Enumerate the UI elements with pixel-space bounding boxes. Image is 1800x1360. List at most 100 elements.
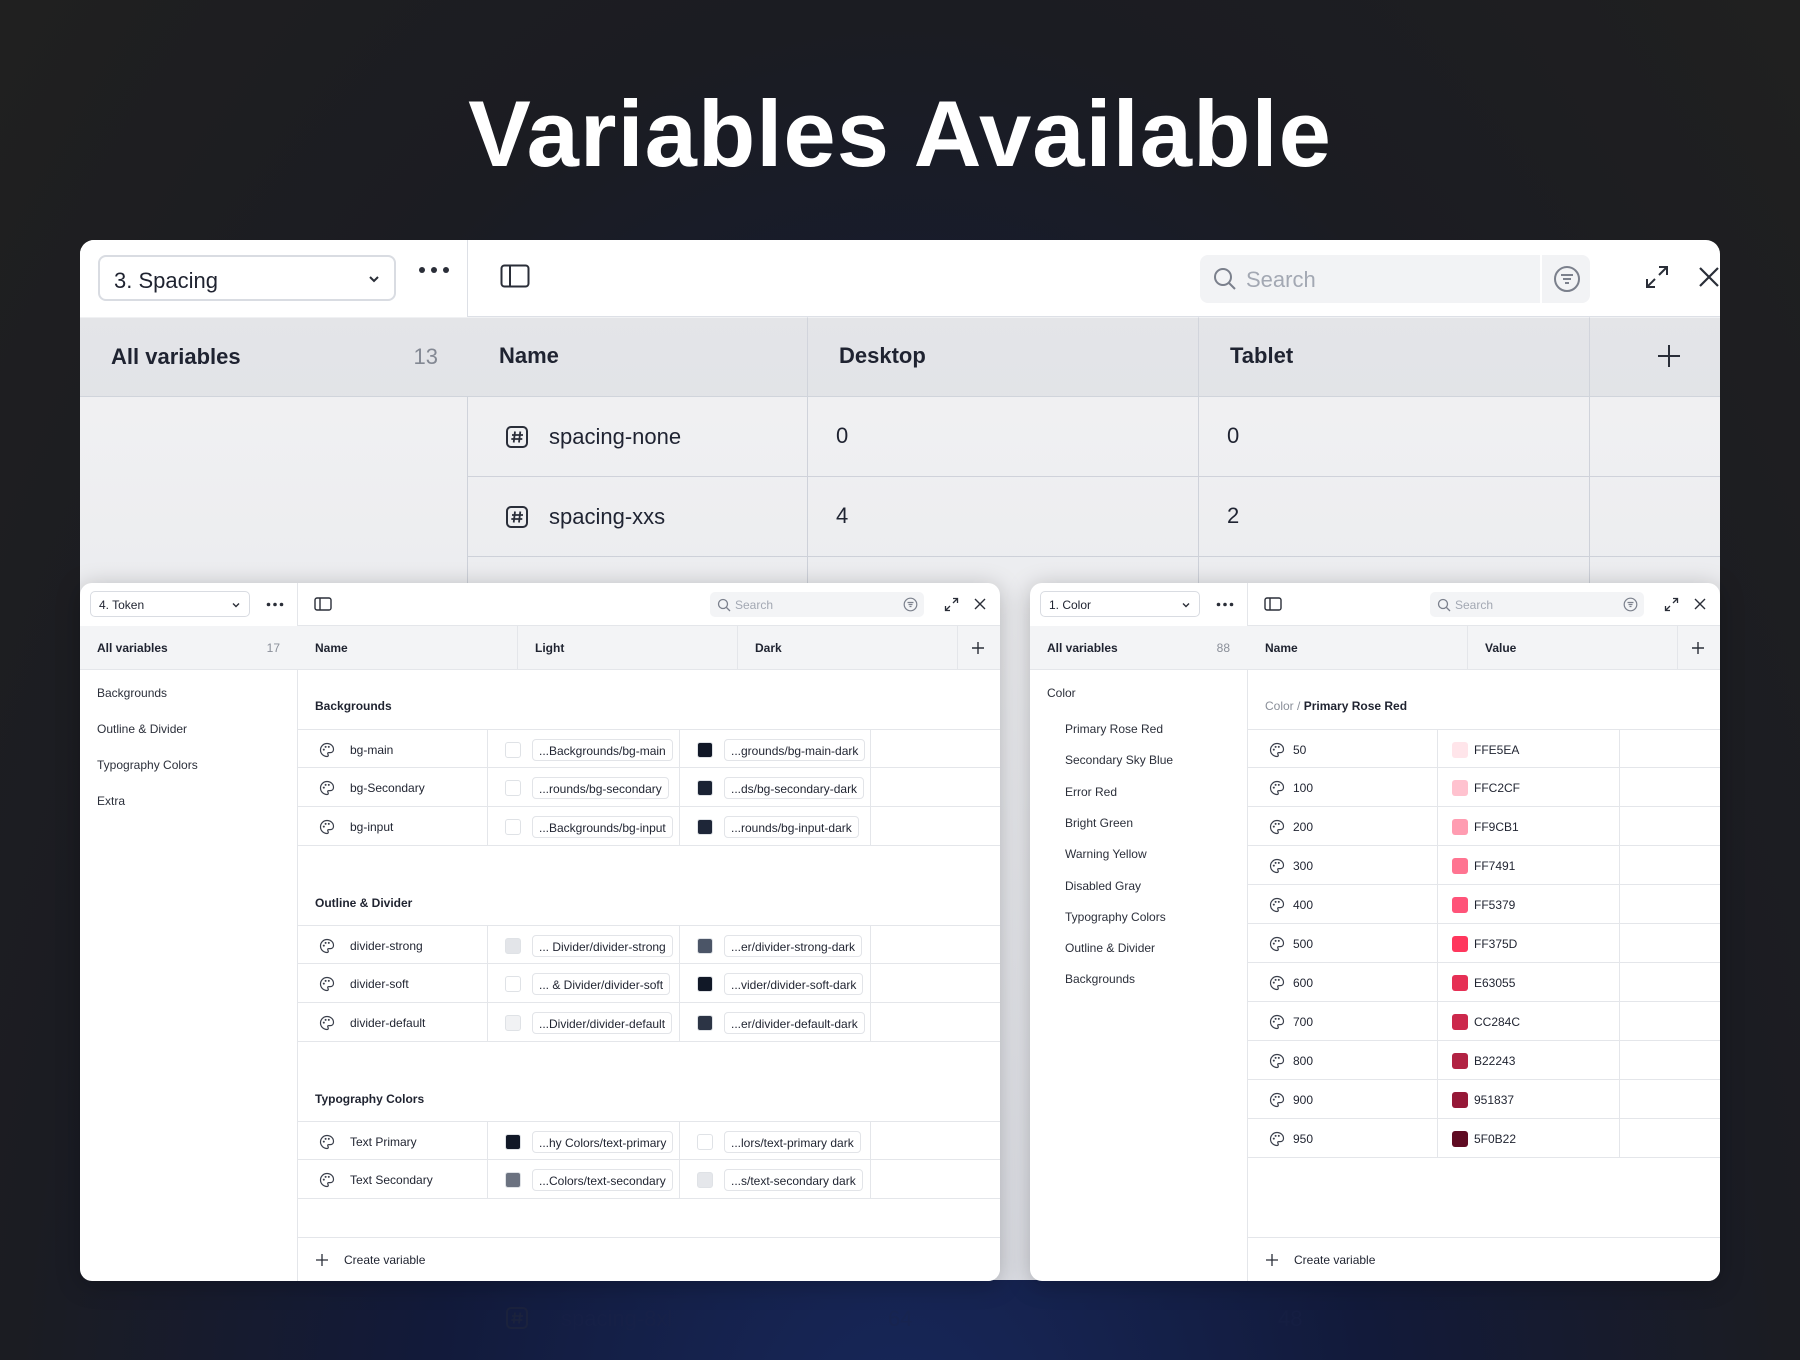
light-alias-value[interactable]: ... Divider/divider-strong	[532, 935, 673, 957]
nav-item-color-group[interactable]: Primary Rose Red	[1065, 722, 1163, 736]
dark-alias-value[interactable]: ...er/divider-strong-dark	[724, 935, 863, 957]
toggle-sidebar-icon[interactable]	[1264, 597, 1282, 611]
nav-item-color-group[interactable]: Warning Yellow	[1065, 847, 1147, 861]
dark-alias-value[interactable]: ...ds/bg-secondary-dark	[724, 777, 865, 799]
nav-item-backgrounds[interactable]: Backgrounds	[97, 686, 167, 700]
tablet-value[interactable]: 0	[1199, 397, 1590, 477]
table-row[interactable]: 100 FFC2CF	[1248, 768, 1720, 807]
column-header-desktop[interactable]: Desktop	[808, 317, 1199, 397]
nav-item-extra[interactable]: Extra	[97, 794, 125, 808]
table-row[interactable]: 50 FFE5EA	[1248, 729, 1720, 769]
more-options-icon[interactable]	[1216, 602, 1234, 607]
add-mode-icon[interactable]	[1654, 341, 1684, 371]
expand-icon[interactable]	[944, 597, 959, 612]
column-header-name[interactable]: Name	[1248, 626, 1468, 670]
all-variables-item[interactable]: All variables 88	[1030, 626, 1248, 670]
create-variable-button[interactable]: Create variable	[1248, 1237, 1720, 1281]
hex-value[interactable]: B22243	[1474, 1054, 1515, 1068]
column-header-dark[interactable]: Dark	[738, 626, 958, 670]
nav-item-typography-colors[interactable]: Typography Colors	[97, 758, 198, 772]
light-alias-value[interactable]: ... & Divider/divider-soft	[532, 973, 671, 995]
dark-alias-value[interactable]: ...rounds/bg-input-dark	[724, 816, 859, 838]
table-row[interactable]: divider-default ...Divider/divider-defaul…	[298, 1003, 1000, 1042]
table-row[interactable]: divider-strong ... Divider/divider-strong…	[298, 925, 1000, 965]
dark-alias-value[interactable]: ...grounds/bg-main-dark	[724, 739, 866, 761]
table-row[interactable]: 200 FF9CB1	[1248, 807, 1720, 846]
toggle-sidebar-icon[interactable]	[314, 597, 332, 611]
dark-alias-value[interactable]: ...er/divider-default-dark	[724, 1012, 865, 1034]
dark-alias-value[interactable]: ...s/text-secondary dark	[724, 1169, 863, 1191]
table-row[interactable]: spacing-none 0 0	[468, 397, 1720, 477]
close-icon[interactable]	[1696, 264, 1720, 290]
column-header-name[interactable]: Name	[298, 626, 518, 670]
table-row[interactable]: bg-Secondary ...rounds/bg-secondary ...ds/…	[298, 768, 1000, 807]
table-row[interactable]: 700 CC284C	[1248, 1002, 1720, 1041]
filter-icon[interactable]	[1540, 255, 1590, 303]
hex-value[interactable]: 951837	[1474, 1093, 1514, 1107]
table-row[interactable]: bg-main ...Backgrounds/bg-main ...grounds/…	[298, 729, 1000, 769]
nav-item-color-group[interactable]: Secondary Sky Blue	[1065, 753, 1173, 767]
table-row[interactable]: Text Secondary ...Colors/text-secondary..…	[298, 1160, 1000, 1199]
light-alias-value[interactable]: ...Divider/divider-default	[532, 1012, 673, 1034]
expand-icon[interactable]	[1664, 597, 1679, 612]
hex-value[interactable]: CC284C	[1474, 1015, 1520, 1029]
column-header-value[interactable]: Value	[1468, 626, 1678, 670]
column-header-name[interactable]: Name	[468, 317, 808, 397]
hex-value[interactable]: FFC2CF	[1474, 781, 1520, 795]
tablet-value[interactable]: 2	[1199, 477, 1590, 557]
nav-item-color-group[interactable]: Typography Colors	[1065, 910, 1166, 924]
collection-dropdown[interactable]: 3. Spacing	[98, 255, 396, 301]
toggle-sidebar-icon[interactable]	[500, 264, 530, 288]
table-row[interactable]: bg-input ...Backgrounds/bg-input ...rounds…	[298, 807, 1000, 846]
light-alias-value[interactable]: ...Backgrounds/bg-main	[532, 739, 673, 761]
search-field[interactable]: Search	[710, 592, 924, 617]
desktop-value[interactable]: 0	[808, 397, 1199, 477]
nav-item-color-group[interactable]: Error Red	[1065, 785, 1117, 799]
more-options-icon[interactable]	[418, 266, 450, 274]
hex-value[interactable]: FF375D	[1474, 937, 1517, 951]
light-alias-value[interactable]: ...hy Colors/text-primary	[532, 1131, 674, 1153]
search-field[interactable]: Search	[1430, 592, 1644, 617]
collection-dropdown[interactable]: 1. Color	[1040, 591, 1200, 617]
close-icon[interactable]	[973, 597, 987, 611]
breadcrumb-parent[interactable]: Color /	[1265, 699, 1300, 713]
search-field[interactable]: Search	[1200, 255, 1590, 303]
dark-alias-value[interactable]: ...lors/text-primary dark	[724, 1131, 861, 1153]
nav-item-color-group[interactable]: Outline & Divider	[1065, 941, 1155, 955]
column-header-tablet[interactable]: Tablet	[1199, 317, 1590, 397]
table-row[interactable]: 800 B22243	[1248, 1041, 1720, 1080]
light-alias-value[interactable]: ...rounds/bg-secondary	[532, 777, 669, 799]
filter-icon[interactable]	[903, 597, 918, 612]
light-alias-value[interactable]: ...Colors/text-secondary	[532, 1169, 673, 1191]
desktop-value[interactable]: 4	[808, 477, 1199, 557]
add-mode-icon[interactable]	[1690, 640, 1706, 656]
light-alias-value[interactable]: ...Backgrounds/bg-input	[532, 816, 673, 838]
add-mode-icon[interactable]	[970, 640, 986, 656]
table-row[interactable]: 600 E63055	[1248, 963, 1720, 1002]
dark-alias-value[interactable]: ...vider/divider-soft-dark	[724, 973, 864, 995]
table-row[interactable]: 300 FF7491	[1248, 846, 1720, 885]
table-row[interactable]: Text Primary ...hy Colors/text-primary...…	[298, 1121, 1000, 1161]
table-row[interactable]: divider-soft ... & Divider/divider-soft..…	[298, 964, 1000, 1003]
nav-item-outline-divider[interactable]: Outline & Divider	[97, 722, 187, 736]
column-header-light[interactable]: Light	[518, 626, 738, 670]
table-row[interactable]: 900 951837	[1248, 1080, 1720, 1119]
hex-value[interactable]: FF9CB1	[1474, 820, 1519, 834]
nav-item-color-group[interactable]: Bright Green	[1065, 816, 1133, 830]
nav-item-color-group[interactable]: Backgrounds	[1065, 972, 1135, 986]
close-icon[interactable]	[1693, 597, 1707, 611]
hex-value[interactable]: 5F0B22	[1474, 1132, 1516, 1146]
create-variable-button[interactable]: Create variable	[298, 1237, 1000, 1281]
table-row[interactable]: 950 5F0B22	[1248, 1119, 1720, 1158]
all-variables-item[interactable]: All variables 17	[80, 626, 298, 670]
hex-value[interactable]: E63055	[1474, 976, 1515, 990]
more-options-icon[interactable]	[266, 602, 284, 607]
table-row[interactable]: 500 FF375D	[1248, 924, 1720, 963]
table-row[interactable]: spacing-xxs 4 2	[468, 477, 1720, 557]
filter-icon[interactable]	[1623, 597, 1638, 612]
all-variables-item[interactable]: All variables 13	[80, 317, 468, 397]
table-row[interactable]: 400 FF5379	[1248, 885, 1720, 924]
hex-value[interactable]: FF5379	[1474, 898, 1515, 912]
hex-value[interactable]: FF7491	[1474, 859, 1515, 873]
collection-dropdown[interactable]: 4. Token	[90, 591, 250, 617]
